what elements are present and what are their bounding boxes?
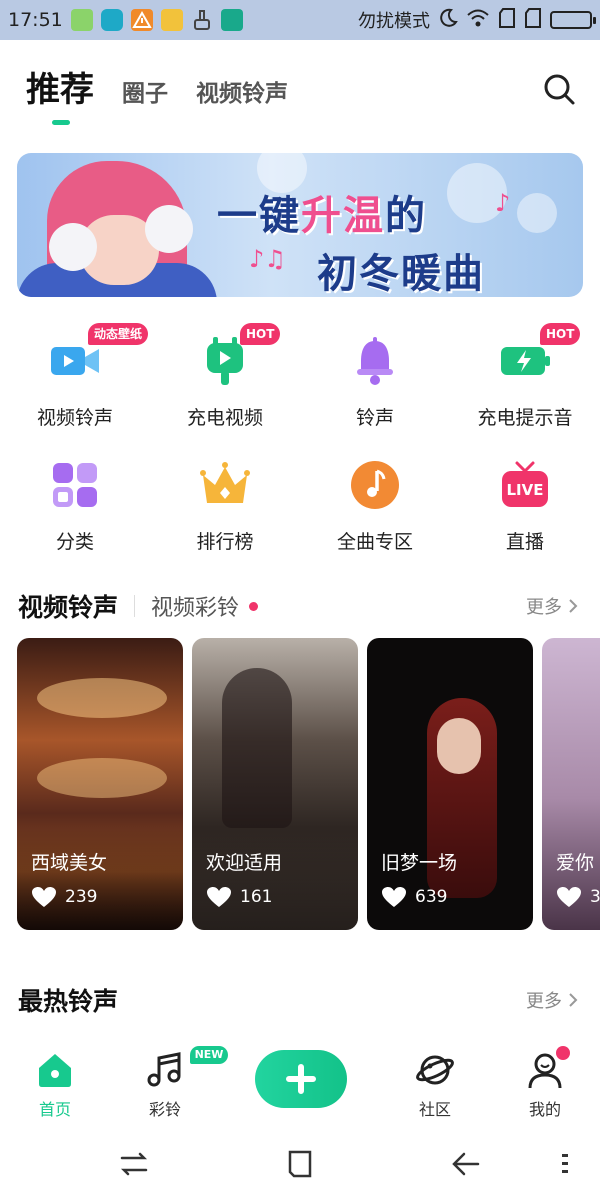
nav-home[interactable]: 首页	[15, 1050, 95, 1120]
sim1-icon	[498, 7, 516, 34]
home-square-icon[interactable]	[282, 1146, 318, 1182]
section-subtab[interactable]: 视频彩铃	[151, 590, 239, 622]
music-note-decoration: ♪	[495, 189, 511, 217]
category-video-ringtone[interactable]: 动态壁纸 视频铃声	[0, 323, 150, 449]
plus-icon	[286, 1064, 316, 1094]
status-bar: 17:51 勿扰模式	[0, 0, 600, 40]
card-likes: 639	[381, 886, 447, 908]
banner-headline-2: 初冬暖曲	[317, 251, 485, 297]
card-title: 旧梦一场	[381, 852, 458, 874]
more-link[interactable]: 更多	[526, 987, 578, 1013]
recent-apps-icon[interactable]	[116, 1146, 152, 1182]
card-likes: 3	[556, 886, 600, 908]
music-note-icon	[349, 459, 401, 511]
card-title: 爱你	[556, 852, 595, 874]
video-card[interactable]: 旧梦一场 639	[367, 638, 533, 930]
home-icon	[39, 1054, 71, 1087]
category-ranking[interactable]: 排行榜	[150, 449, 300, 573]
category-label: 全曲专区	[336, 531, 413, 553]
tab-recommend[interactable]: 推荐	[26, 62, 94, 125]
heart-icon	[382, 887, 406, 907]
search-icon[interactable]	[542, 72, 576, 106]
create-button[interactable]	[255, 1050, 347, 1108]
heart-icon	[207, 887, 231, 907]
chevron-right-icon	[569, 993, 578, 1007]
category-label: 分类	[55, 531, 94, 553]
tab-video-ringtone[interactable]: 视频铃声	[196, 74, 288, 108]
category-label: 铃声	[355, 407, 394, 429]
category-charging-sound[interactable]: HOT 充电提示音	[450, 323, 600, 449]
category-label: 排行榜	[196, 531, 254, 553]
bell-icon	[349, 335, 401, 387]
music-notes-decoration: ♪♫	[249, 245, 286, 273]
broom-icon	[191, 9, 213, 31]
usb-icon	[220, 9, 243, 31]
card-title: 欢迎适用	[206, 852, 283, 874]
category-live[interactable]: LIVE 直播	[450, 449, 600, 573]
battery-icon	[550, 11, 596, 29]
wifi-icon	[466, 8, 490, 33]
category-label: 充电视频	[186, 407, 263, 429]
crown-icon	[199, 459, 251, 511]
more-link[interactable]: 更多	[526, 593, 578, 619]
heart-icon	[557, 887, 581, 907]
video-card[interactable]: 爱你 3	[542, 638, 600, 930]
dnd-status: 勿扰模式	[358, 11, 430, 32]
planet-icon	[416, 1055, 454, 1085]
category-classification[interactable]: 分类	[0, 449, 150, 573]
category-badge: 动态壁纸	[88, 323, 149, 345]
heart-icon	[32, 887, 56, 907]
promo-banner[interactable]: 一键升温的 初冬暖曲 ♪♫ ♪	[17, 153, 583, 297]
banner-headline-1: 一键升温的	[217, 193, 427, 239]
nav-mine[interactable]: 我的	[505, 1050, 585, 1120]
section-divider	[134, 595, 136, 617]
video-section-header: 视频铃声 视频彩铃 更多	[18, 586, 578, 626]
grid-icon	[49, 459, 101, 511]
category-badge: HOT	[540, 323, 581, 345]
category-label: 充电提示音	[477, 407, 573, 429]
hot-section-header: 最热铃声 更多	[18, 980, 578, 1020]
top-tabs: 推荐 圈子 视频铃声	[26, 62, 576, 125]
card-likes: 161	[206, 886, 272, 908]
notification-dot	[249, 601, 259, 611]
video-card[interactable]: 西域美女 239	[17, 638, 183, 930]
chevron-right-icon	[569, 599, 578, 613]
music-notes-icon	[147, 1052, 181, 1087]
category-grid: 动态壁纸 视频铃声 HOT 充电视频 铃声 HOT 充电提示音 分类 排行榜 全…	[0, 323, 600, 573]
category-full-songs[interactable]: 全曲专区	[300, 449, 450, 573]
category-ringtone[interactable]: 铃声	[300, 325, 450, 449]
new-badge: NEW	[190, 1046, 228, 1064]
notification-dot	[556, 1046, 570, 1060]
back-icon[interactable]	[448, 1146, 484, 1182]
menu-dots-icon[interactable]	[556, 1146, 576, 1182]
category-label: 视频铃声	[36, 407, 113, 429]
category-charge-video[interactable]: HOT 充电视频	[150, 323, 300, 449]
warning-icon	[130, 9, 153, 31]
live-tv-icon: LIVE	[499, 459, 551, 511]
tab-circle[interactable]: 圈子	[122, 74, 168, 108]
status-time: 17:51	[8, 9, 63, 31]
swirl-app-icon	[100, 9, 123, 31]
folder-icon	[160, 9, 183, 31]
bottom-nav: 首页 彩铃 NEW 社区 我的	[0, 1040, 600, 1128]
moon-icon	[438, 8, 458, 33]
section-title: 最热铃声	[18, 987, 119, 1016]
sim2-icon	[524, 7, 542, 34]
card-title: 西域美女	[31, 852, 108, 874]
android-icon	[70, 9, 93, 31]
section-title: 视频铃声	[18, 593, 119, 622]
nav-community[interactable]: 社区	[395, 1050, 475, 1120]
category-badge: HOT	[240, 323, 281, 345]
system-nav-bar	[0, 1128, 600, 1200]
video-card[interactable]: 欢迎适用 161	[192, 638, 358, 930]
card-likes: 239	[31, 886, 97, 908]
category-label: 直播	[505, 531, 544, 553]
video-card-list: 西域美女 239 欢迎适用 161 旧梦一场 639 爱你 3	[17, 638, 600, 930]
svg-text:LIVE: LIVE	[507, 481, 544, 499]
